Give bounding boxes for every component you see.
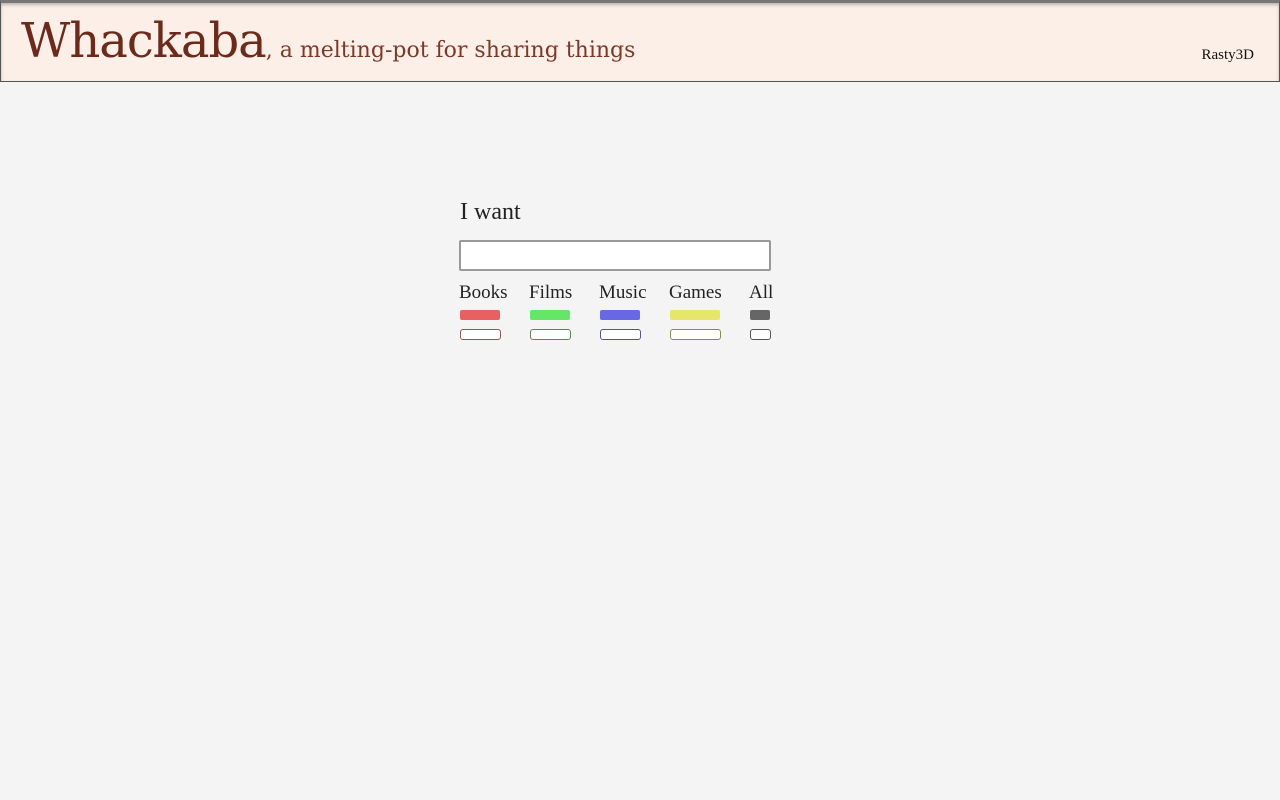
category-films[interactable]: Films — [529, 283, 572, 340]
site-header: Whackaba, a melting-pot for sharing thin… — [0, 0, 1280, 82]
brand-tagline: , a melting-pot for sharing things — [265, 38, 636, 63]
search-label: I want — [460, 199, 521, 225]
category-films-outline-swatch[interactable] — [530, 329, 571, 340]
category-all-label[interactable]: All — [749, 283, 773, 303]
category-all-fill-swatch[interactable] — [750, 310, 770, 320]
category-games-outline-swatch[interactable] — [670, 329, 721, 340]
category-filters: Books Films Music Games All — [459, 283, 773, 343]
category-music-label[interactable]: Music — [599, 283, 647, 303]
site-brand[interactable]: Whackaba, a melting-pot for sharing thin… — [21, 13, 635, 69]
category-games-label[interactable]: Games — [669, 283, 722, 303]
search-input[interactable] — [459, 240, 771, 271]
brand-name[interactable]: Whackaba — [21, 13, 267, 69]
category-all-outline-swatch[interactable] — [750, 329, 771, 340]
category-books[interactable]: Books — [459, 283, 508, 340]
category-films-label[interactable]: Films — [529, 283, 572, 303]
user-account-link[interactable]: Rasty3D — [1202, 47, 1255, 64]
category-books-fill-swatch[interactable] — [460, 310, 500, 320]
category-books-label[interactable]: Books — [459, 283, 508, 303]
category-books-outline-swatch[interactable] — [460, 329, 501, 340]
search-panel: I want Books Films Music Games All — [459, 196, 773, 343]
category-music-outline-swatch[interactable] — [600, 329, 641, 340]
category-all[interactable]: All — [749, 283, 773, 340]
category-music[interactable]: Music — [599, 283, 647, 340]
category-games[interactable]: Games — [669, 283, 722, 340]
category-music-fill-swatch[interactable] — [600, 310, 640, 320]
category-games-fill-swatch[interactable] — [670, 310, 720, 320]
category-films-fill-swatch[interactable] — [530, 310, 570, 320]
